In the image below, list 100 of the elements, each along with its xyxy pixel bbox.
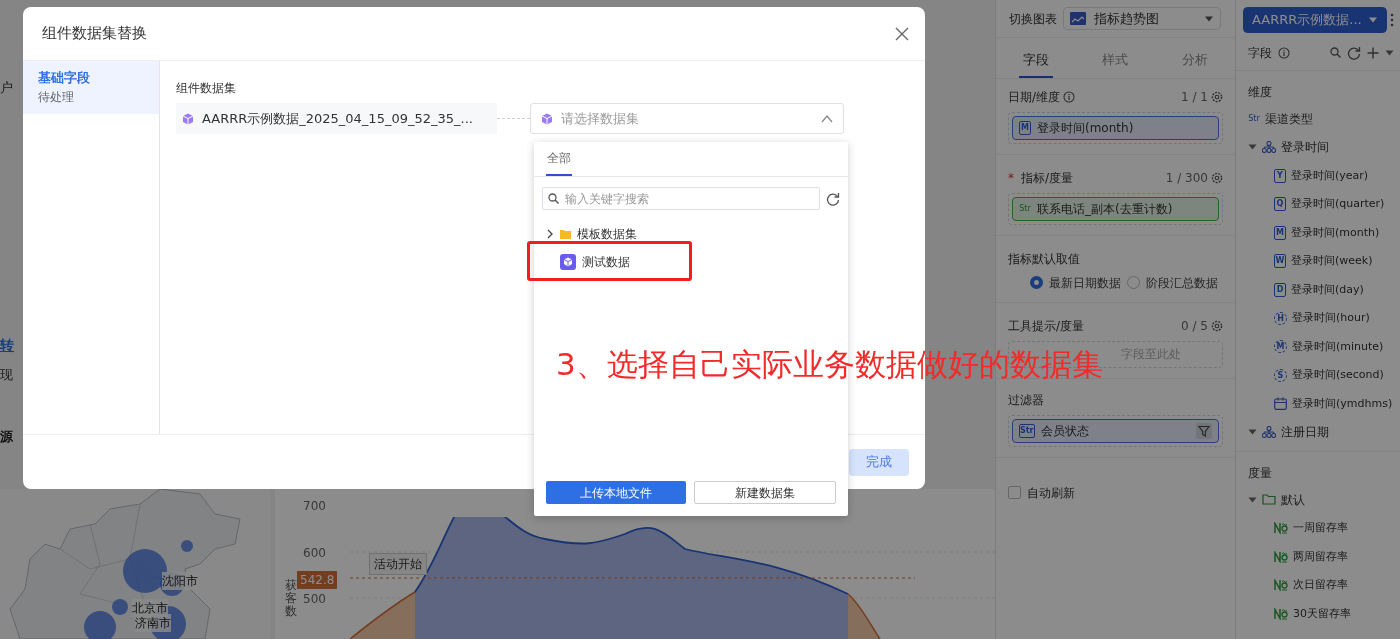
tree-item[interactable]: 模板数据集 [577,225,637,243]
axis-tick-label: 500 [303,591,326,608]
caret-down-icon [1204,14,1214,23]
tree-item[interactable]: 测试数据 [582,253,630,271]
gear-icon[interactable] [1211,90,1223,103]
radio-label[interactable]: 最新日期数据 [1049,273,1121,292]
type-icon: M [1019,120,1031,135]
reference-value-label: 542.8 [297,571,338,589]
tab[interactable]: 字段 [1018,44,1053,78]
type-icon: M [1274,225,1286,240]
axis-tick-label: 700 [303,498,326,515]
field-chip[interactable]: M 登录时间(month) [1012,115,1219,140]
section-title: 源 [0,429,14,445]
field-name[interactable]: 渠道类型 [1265,109,1313,128]
checkbox[interactable] [1008,486,1021,499]
section-title: 工具提示/度量 [1008,317,1085,335]
radio-button[interactable] [1127,276,1140,289]
caret-down-icon [1367,15,1378,24]
search-field[interactable]: 输入关键字搜索 [542,187,820,210]
section-title: 过滤器 [1008,391,1044,409]
info-icon [1063,90,1076,103]
section-title: 维度 [1248,84,1272,99]
plus-icon[interactable] [1367,46,1379,59]
type-icon: Str [1019,202,1031,215]
panel-title: 字段 [1248,44,1272,62]
create-button[interactable]: 新建数据集 [694,481,836,504]
sidebar-item[interactable]: 基础字段 待处理 [23,61,159,114]
type-icon: Str [1019,423,1035,438]
cube-icon [541,112,553,125]
required-mark: * [1008,169,1014,187]
radio-button[interactable] [1030,276,1043,289]
folder-icon [1262,494,1276,506]
number-icon [1274,522,1288,535]
field-chip[interactable]: Str 联系电话_副本(去重计数) [1012,196,1219,221]
dialog-title: 组件数据集替换 [42,23,147,45]
field-name[interactable]: 登录时间(year) [1291,167,1369,184]
field-name[interactable]: 登录时间(day) [1291,281,1364,298]
field-name[interactable]: 登录时间(month) [1291,224,1380,241]
field-name[interactable]: 登录时间(minute) [1292,338,1384,355]
field-name[interactable]: 30天留存率 [1293,605,1351,622]
step-status: 待处理 [38,88,75,106]
checkbox-label[interactable]: 自动刷新 [1027,483,1075,502]
chart-annotation: 活动开始 [369,553,427,575]
cube-icon [182,112,194,125]
number-icon [1274,550,1288,563]
field-name[interactable]: 登录时间(ymdhms) [1292,395,1393,412]
field-count: 1 / 300 [1165,169,1208,187]
field-name[interactable]: 注册日期 [1281,423,1329,442]
upload-button[interactable]: 上传本地文件 [546,481,686,504]
axis-tick-label: 600 [303,544,326,562]
type-icon: Y [1274,168,1286,183]
search-icon[interactable] [1330,47,1341,58]
city-label: 沈阳市 [162,572,198,590]
expand-caret-icon[interactable] [546,229,554,239]
link-text[interactable]: 转 [0,337,23,353]
type-icon: Q [1274,197,1286,212]
gear-icon[interactable] [1211,319,1223,332]
folder-icon [560,229,571,239]
tab[interactable]: 全部 [546,149,572,176]
refresh-icon[interactable] [826,191,840,206]
step-title: 基础字段 [38,69,91,87]
info-icon [1278,46,1290,59]
gear-icon[interactable] [1211,171,1223,184]
filter-icon[interactable] [1196,422,1212,439]
chart-icon [1070,12,1086,25]
close-icon[interactable] [895,26,909,41]
field-name[interactable]: 一周留存率 [1293,520,1348,537]
chevron-up-icon [821,113,833,124]
section-title: 指标/度量 [1021,169,1074,187]
dataset-select[interactable]: 请选择数据集 [530,103,844,134]
field-label: 组件数据集 [176,80,237,97]
type-icon: Str [1248,112,1260,125]
chart-type-select[interactable]: 指标趋势图 [1063,7,1221,30]
field-name[interactable]: 默认 [1281,490,1305,509]
tab[interactable]: 样式 [1098,44,1133,78]
field-label: 切换图表 [1009,10,1057,28]
field-name[interactable]: 次日留存率 [1293,577,1348,594]
number-icon [1274,579,1288,592]
field-name[interactable]: 登录时间(week) [1291,253,1373,270]
menu-caret-icon[interactable] [1385,48,1394,57]
section-title: 度量 [1248,465,1272,480]
field-name[interactable]: 登录时间(quarter) [1291,196,1385,213]
field-name[interactable]: 登录时间(hour) [1292,310,1370,327]
field-count: 0 / 5 [1181,317,1208,335]
type-icon: D [1274,282,1286,297]
hierarchy-icon [1262,141,1276,154]
radio-label[interactable]: 阶段汇总数据 [1146,273,1218,292]
dataset-button[interactable]: AARRR示例数据... [1243,7,1387,33]
calendar-icon [1274,397,1287,411]
field-name[interactable]: 两周留存率 [1293,548,1348,565]
tab[interactable]: 分析 [1178,44,1213,78]
text-fragment: 户 [0,80,14,96]
text-fragment: 现 [0,367,14,383]
more-icon[interactable] [1390,12,1394,27]
field-chip[interactable]: Str 会员状态 [1012,418,1219,443]
field-name[interactable]: 登录时间 [1281,138,1329,157]
city-label: 济南市 [135,614,171,632]
field-name[interactable]: 登录时间(second) [1292,367,1384,384]
section-title: 日期/维度 [1008,88,1061,106]
refresh-icon[interactable] [1347,45,1361,60]
